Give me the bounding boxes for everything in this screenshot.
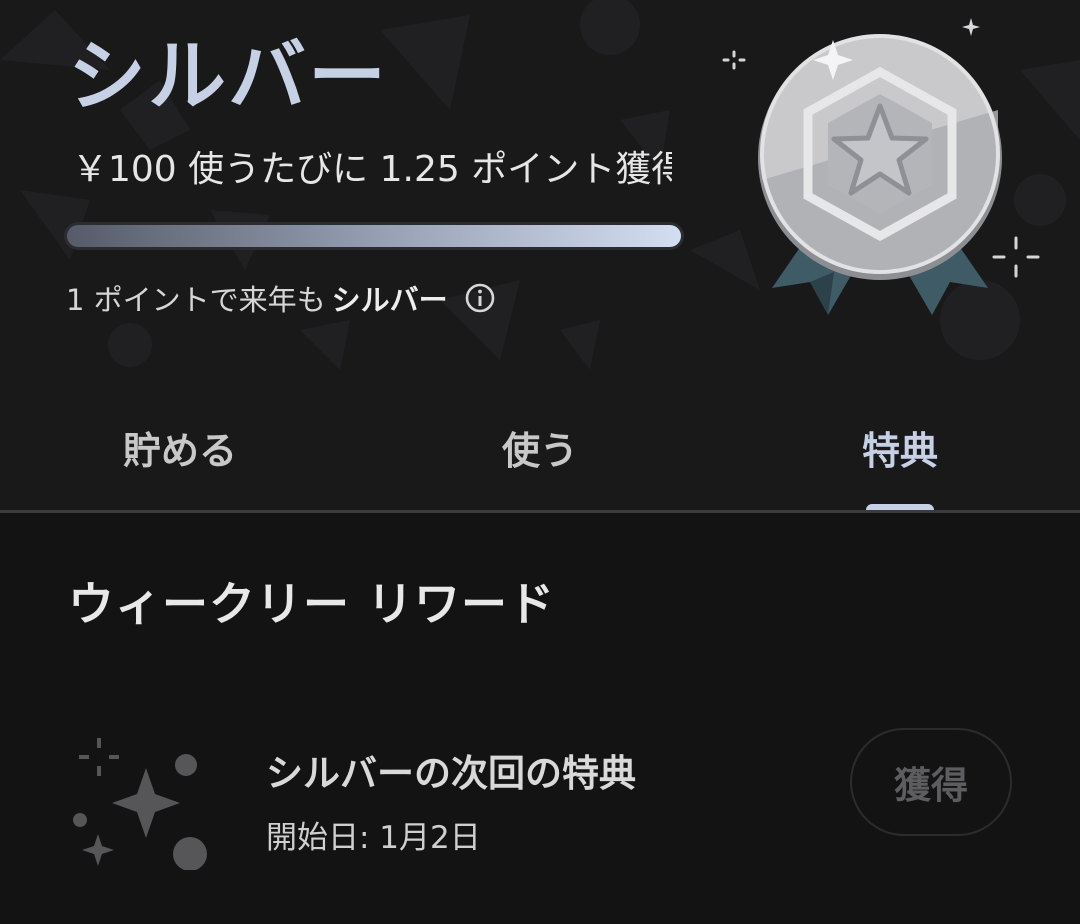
- play-points-page: シルバー ￥100 使うたびに 1.25 ポイント獲得 1 ポイントで来年も シル…: [0, 0, 1080, 924]
- silver-medal-icon: [722, 18, 1040, 315]
- tab-perks[interactable]: 特典: [720, 400, 1080, 512]
- reward-start-date: 開始日: 1月2日: [266, 820, 481, 856]
- reward-title: シルバーの次回の特典: [266, 752, 636, 795]
- weekly-reward-item: シルバーの次回の特典 開始日: 1月2日 獲得: [0, 715, 1080, 870]
- tab-earn[interactable]: 貯める: [0, 400, 360, 512]
- sparkles-icon: [73, 738, 207, 870]
- section-title: ウィークリー リワード: [68, 577, 556, 631]
- earn-rate-text: ￥100 使うたびに 1.25 ポイント獲得: [72, 149, 672, 190]
- tier-retain-note: 1 ポイントで来年も シルバー: [66, 278, 496, 318]
- tab-earn-label: 貯める: [122, 429, 237, 473]
- retain-tier-name: シルバー: [331, 283, 448, 317]
- tier-progress-bar: [64, 222, 684, 250]
- tab-use-label: 使う: [501, 429, 578, 473]
- retain-text: 1 ポイントで来年も: [66, 283, 326, 317]
- tab-perks-label: 特典: [861, 429, 938, 473]
- tab-bar: 貯める 使う 特典: [0, 400, 1080, 512]
- tab-use[interactable]: 使う: [360, 400, 720, 512]
- info-icon[interactable]: [464, 282, 496, 314]
- claim-button[interactable]: 獲得: [850, 728, 1012, 836]
- tab-divider: [0, 510, 1080, 513]
- tier-title: シルバー: [68, 32, 389, 122]
- tier-progress-fill: [67, 225, 681, 247]
